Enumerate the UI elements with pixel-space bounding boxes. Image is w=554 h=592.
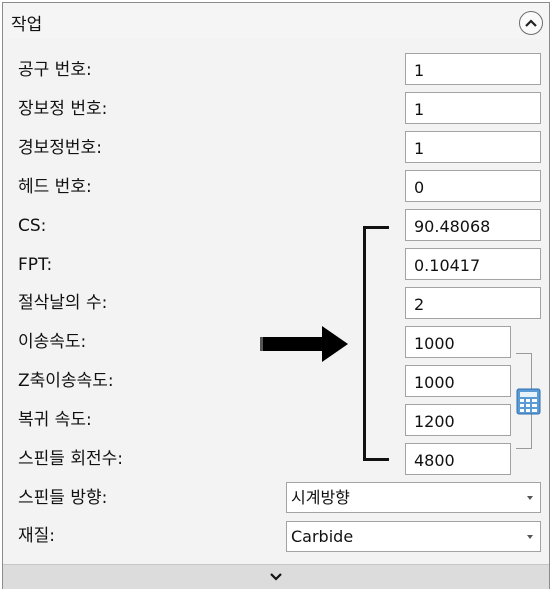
expand-footer[interactable] xyxy=(3,564,549,589)
task-panel: 작업 공구 번호: 장보정 번호: 경보정번호: 헤드 번호: CS: FPT:… xyxy=(2,2,550,589)
label-length-offset: 장보정 번호: xyxy=(18,99,108,119)
chevron-up-icon xyxy=(525,19,537,27)
retract-rate-input[interactable]: 1200 xyxy=(405,404,511,436)
label-feedrate: 이송속도: xyxy=(18,332,87,352)
right-arrow-icon xyxy=(260,323,352,367)
label-z-feedrate: Z축이송속도: xyxy=(18,371,114,391)
spindle-direction-value: 시계방향 xyxy=(291,488,350,507)
label-fpt: FPT: xyxy=(18,255,53,275)
label-spindle-speed: 스핀들 회전수: xyxy=(18,449,123,469)
label-retract-rate: 복귀 속도: xyxy=(18,410,92,430)
calculator-button[interactable] xyxy=(516,388,541,415)
dropdown-arrow-icon xyxy=(527,535,533,539)
label-cs: CS: xyxy=(18,216,47,236)
fpt-input[interactable]: 0.10417 xyxy=(405,248,541,280)
spindle-direction-select[interactable]: 시계방향 xyxy=(286,482,541,513)
head-number-input[interactable]: 0 xyxy=(405,170,541,202)
length-offset-input[interactable]: 1 xyxy=(405,92,541,124)
material-select[interactable]: Carbide xyxy=(286,521,541,552)
calculator-icon xyxy=(516,388,541,415)
label-spindle-direction: 스핀들 방향: xyxy=(18,488,108,508)
panel-header: 작업 xyxy=(3,3,549,39)
chevron-down-icon xyxy=(270,573,282,581)
label-material: 재질: xyxy=(18,526,56,546)
flute-count-input[interactable]: 2 xyxy=(405,287,541,319)
collapse-button[interactable] xyxy=(519,11,543,35)
cs-input[interactable]: 90.48068 xyxy=(405,209,541,241)
annotation-bracket xyxy=(363,226,389,461)
diameter-offset-input[interactable]: 1 xyxy=(405,131,541,163)
z-feedrate-input[interactable]: 1000 xyxy=(405,365,511,397)
label-diameter-offset: 경보정번호: xyxy=(18,138,102,158)
label-tool-number: 공구 번호: xyxy=(18,60,92,80)
label-flute-count: 절삭날의 수: xyxy=(18,293,108,313)
panel-title: 작업 xyxy=(11,15,43,35)
spindle-speed-input[interactable]: 4800 xyxy=(405,443,511,475)
tool-number-input[interactable]: 1 xyxy=(405,53,541,85)
material-value: Carbide xyxy=(291,527,354,546)
feedrate-input[interactable]: 1000 xyxy=(405,326,511,358)
dropdown-arrow-icon xyxy=(527,496,533,500)
label-head-number: 헤드 번호: xyxy=(18,177,92,197)
